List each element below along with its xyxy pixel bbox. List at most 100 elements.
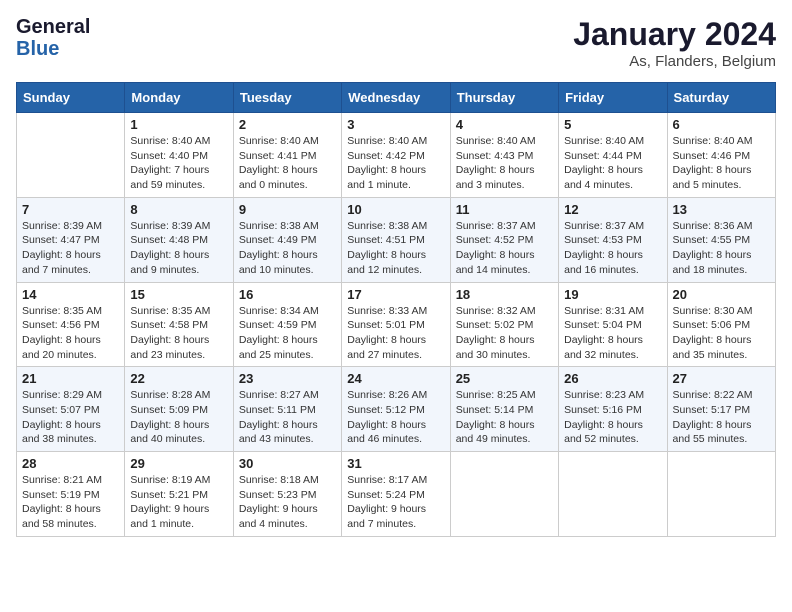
calendar-cell: 30 Sunrise: 8:18 AM Sunset: 5:23 PM Dayli… <box>233 452 341 537</box>
day-detail: Sunrise: 8:37 AM Sunset: 4:52 PM Dayligh… <box>456 219 553 278</box>
day-number: 7 <box>22 202 119 217</box>
day-number: 14 <box>22 287 119 302</box>
calendar-cell: 29 Sunrise: 8:19 AM Sunset: 5:21 PM Dayli… <box>125 452 233 537</box>
day-number: 27 <box>673 371 770 386</box>
day-number: 10 <box>347 202 444 217</box>
logo-blue: Blue <box>16 38 90 60</box>
col-monday: Monday <box>125 83 233 113</box>
calendar-table: Sunday Monday Tuesday Wednesday Thursday… <box>16 82 776 537</box>
calendar-cell: 31 Sunrise: 8:17 AM Sunset: 5:24 PM Dayli… <box>342 452 450 537</box>
calendar-cell: 10 Sunrise: 8:38 AM Sunset: 4:51 PM Dayli… <box>342 197 450 282</box>
header-row: Sunday Monday Tuesday Wednesday Thursday… <box>17 83 776 113</box>
day-number: 18 <box>456 287 553 302</box>
day-detail: Sunrise: 8:34 AM Sunset: 4:59 PM Dayligh… <box>239 304 336 363</box>
day-number: 19 <box>564 287 661 302</box>
day-detail: Sunrise: 8:25 AM Sunset: 5:14 PM Dayligh… <box>456 388 553 447</box>
calendar-week-row: 14 Sunrise: 8:35 AM Sunset: 4:56 PM Dayli… <box>17 282 776 367</box>
day-number: 30 <box>239 456 336 471</box>
calendar-cell: 25 Sunrise: 8:25 AM Sunset: 5:14 PM Dayli… <box>450 367 558 452</box>
day-detail: Sunrise: 8:35 AM Sunset: 4:58 PM Dayligh… <box>130 304 227 363</box>
day-number: 23 <box>239 371 336 386</box>
day-number: 9 <box>239 202 336 217</box>
day-number: 28 <box>22 456 119 471</box>
day-detail: Sunrise: 8:32 AM Sunset: 5:02 PM Dayligh… <box>456 304 553 363</box>
day-detail: Sunrise: 8:19 AM Sunset: 5:21 PM Dayligh… <box>130 473 227 532</box>
calendar-cell: 9 Sunrise: 8:38 AM Sunset: 4:49 PM Daylig… <box>233 197 341 282</box>
col-tuesday: Tuesday <box>233 83 341 113</box>
col-wednesday: Wednesday <box>342 83 450 113</box>
day-detail: Sunrise: 8:40 AM Sunset: 4:46 PM Dayligh… <box>673 134 770 193</box>
day-number: 20 <box>673 287 770 302</box>
day-number: 3 <box>347 117 444 132</box>
logo: General Blue <box>16 16 90 60</box>
day-detail: Sunrise: 8:33 AM Sunset: 5:01 PM Dayligh… <box>347 304 444 363</box>
calendar-cell: 4 Sunrise: 8:40 AM Sunset: 4:43 PM Daylig… <box>450 113 558 198</box>
day-number: 17 <box>347 287 444 302</box>
day-detail: Sunrise: 8:38 AM Sunset: 4:49 PM Dayligh… <box>239 219 336 278</box>
calendar-cell: 3 Sunrise: 8:40 AM Sunset: 4:42 PM Daylig… <box>342 113 450 198</box>
day-number: 5 <box>564 117 661 132</box>
calendar-cell: 5 Sunrise: 8:40 AM Sunset: 4:44 PM Daylig… <box>559 113 667 198</box>
day-detail: Sunrise: 8:40 AM Sunset: 4:40 PM Dayligh… <box>130 134 227 193</box>
day-detail: Sunrise: 8:40 AM Sunset: 4:44 PM Dayligh… <box>564 134 661 193</box>
day-detail: Sunrise: 8:38 AM Sunset: 4:51 PM Dayligh… <box>347 219 444 278</box>
calendar-cell: 28Sunrise: 8:21 AM Sunset: 5:19 PM Dayli… <box>17 452 125 537</box>
calendar-cell: 6 Sunrise: 8:40 AM Sunset: 4:46 PM Daylig… <box>667 113 775 198</box>
day-number: 11 <box>456 202 553 217</box>
day-number: 15 <box>130 287 227 302</box>
day-detail: Sunrise: 8:17 AM Sunset: 5:24 PM Dayligh… <box>347 473 444 532</box>
day-detail: Sunrise: 8:36 AM Sunset: 4:55 PM Dayligh… <box>673 219 770 278</box>
calendar-cell <box>450 452 558 537</box>
day-detail: Sunrise: 8:39 AM Sunset: 4:48 PM Dayligh… <box>130 219 227 278</box>
calendar-cell <box>559 452 667 537</box>
day-detail: Sunrise: 8:27 AM Sunset: 5:11 PM Dayligh… <box>239 388 336 447</box>
day-number: 1 <box>130 117 227 132</box>
day-detail: Sunrise: 8:37 AM Sunset: 4:53 PM Dayligh… <box>564 219 661 278</box>
day-detail: Sunrise: 8:40 AM Sunset: 4:41 PM Dayligh… <box>239 134 336 193</box>
day-detail: Sunrise: 8:40 AM Sunset: 4:42 PM Dayligh… <box>347 134 444 193</box>
day-number: 31 <box>347 456 444 471</box>
day-number: 29 <box>130 456 227 471</box>
col-sunday: Sunday <box>17 83 125 113</box>
day-detail: Sunrise: 8:40 AM Sunset: 4:43 PM Dayligh… <box>456 134 553 193</box>
calendar-cell <box>667 452 775 537</box>
calendar-week-row: 21Sunrise: 8:29 AM Sunset: 5:07 PM Dayli… <box>17 367 776 452</box>
day-number: 13 <box>673 202 770 217</box>
calendar-cell: 1 Sunrise: 8:40 AM Sunset: 4:40 PM Daylig… <box>125 113 233 198</box>
calendar-cell: 11 Sunrise: 8:37 AM Sunset: 4:52 PM Dayli… <box>450 197 558 282</box>
day-detail: Sunrise: 8:26 AM Sunset: 5:12 PM Dayligh… <box>347 388 444 447</box>
day-detail: Sunrise: 8:29 AM Sunset: 5:07 PM Dayligh… <box>22 388 119 447</box>
col-thursday: Thursday <box>450 83 558 113</box>
calendar-cell: 24 Sunrise: 8:26 AM Sunset: 5:12 PM Dayli… <box>342 367 450 452</box>
col-friday: Friday <box>559 83 667 113</box>
calendar-cell: 16 Sunrise: 8:34 AM Sunset: 4:59 PM Dayli… <box>233 282 341 367</box>
logo-general: General <box>16 16 90 38</box>
calendar-cell: 14 Sunrise: 8:35 AM Sunset: 4:56 PM Dayli… <box>17 282 125 367</box>
day-number: 12 <box>564 202 661 217</box>
calendar-cell: 23 Sunrise: 8:27 AM Sunset: 5:11 PM Dayli… <box>233 367 341 452</box>
calendar-cell: 8 Sunrise: 8:39 AM Sunset: 4:48 PM Daylig… <box>125 197 233 282</box>
calendar-week-row: 1 Sunrise: 8:40 AM Sunset: 4:40 PM Daylig… <box>17 113 776 198</box>
day-detail: Sunrise: 8:39 AM Sunset: 4:47 PM Dayligh… <box>22 219 119 278</box>
page-header: General Blue January 2024 As, Flanders, … <box>16 16 776 70</box>
day-number: 25 <box>456 371 553 386</box>
calendar-cell: 15 Sunrise: 8:35 AM Sunset: 4:58 PM Dayli… <box>125 282 233 367</box>
calendar-cell: 26Sunrise: 8:23 AM Sunset: 5:16 PM Dayli… <box>559 367 667 452</box>
calendar-cell <box>17 113 125 198</box>
calendar-cell: 27Sunrise: 8:22 AM Sunset: 5:17 PM Dayli… <box>667 367 775 452</box>
location-title: As, Flanders, Belgium <box>573 53 776 70</box>
day-number: 24 <box>347 371 444 386</box>
calendar-week-row: 7 Sunrise: 8:39 AM Sunset: 4:47 PM Daylig… <box>17 197 776 282</box>
calendar-cell: 7 Sunrise: 8:39 AM Sunset: 4:47 PM Daylig… <box>17 197 125 282</box>
calendar-cell: 2 Sunrise: 8:40 AM Sunset: 4:41 PM Daylig… <box>233 113 341 198</box>
day-number: 6 <box>673 117 770 132</box>
month-title: January 2024 <box>573 16 776 53</box>
day-detail: Sunrise: 8:35 AM Sunset: 4:56 PM Dayligh… <box>22 304 119 363</box>
day-detail: Sunrise: 8:18 AM Sunset: 5:23 PM Dayligh… <box>239 473 336 532</box>
day-number: 8 <box>130 202 227 217</box>
day-number: 26 <box>564 371 661 386</box>
day-number: 2 <box>239 117 336 132</box>
calendar-cell: 12 Sunrise: 8:37 AM Sunset: 4:53 PM Dayli… <box>559 197 667 282</box>
day-number: 4 <box>456 117 553 132</box>
day-number: 16 <box>239 287 336 302</box>
